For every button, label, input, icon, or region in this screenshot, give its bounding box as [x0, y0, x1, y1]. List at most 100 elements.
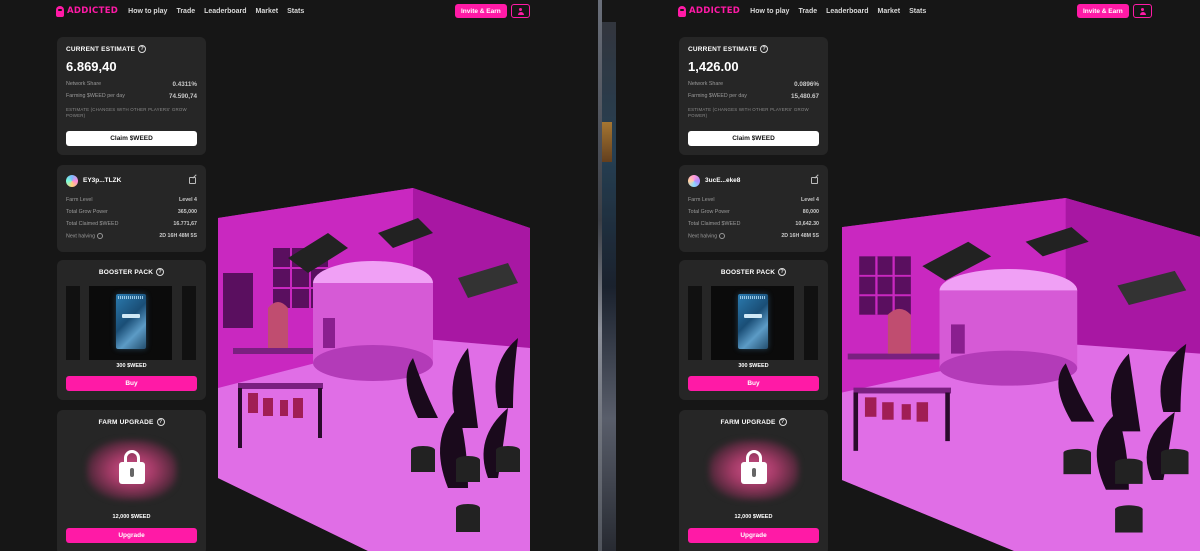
farm-level-row: Farm Level Level 4 [688, 197, 819, 203]
logo[interactable]: ADDICTED [678, 5, 741, 17]
wallet-address: 3ucE...eke8 [705, 177, 741, 184]
farm-upgrade-card: FARM UPGRADE? 12,000 $WEED Upgrade [679, 410, 828, 551]
booster-pack-card: BOOSTER PACK? 300 $WEED Buy [57, 260, 206, 400]
upgrade-price: 12,000 $WEED [112, 514, 151, 520]
row-value: 2D 16H 48M 5S [781, 233, 819, 239]
nav-stats[interactable]: Stats [909, 8, 926, 15]
nav-leaderboard[interactable]: Leaderboard [204, 8, 246, 15]
grow-power-row: Total Grow Power 365,000 [66, 209, 197, 215]
logo-text: ADDICTED [689, 6, 741, 16]
upgrade-title: FARM UPGRADE [98, 418, 154, 426]
row-label: Farm Level [688, 197, 715, 203]
info-icon[interactable]: ? [156, 418, 165, 426]
estimate-title: CURRENT ESTIMATE [688, 45, 758, 53]
row-value: Level 4 [801, 197, 819, 203]
carousel-prev-item[interactable] [688, 286, 702, 360]
booster-pack-item[interactable] [711, 286, 794, 360]
carousel-next-item[interactable] [182, 286, 196, 360]
lock-icon [741, 450, 767, 484]
booster-title: BOOSTER PACK [720, 268, 776, 276]
grow-room-scene[interactable] [842, 198, 1200, 551]
top-nav: ADDICTED How to play Trade Leaderboard M… [0, 0, 598, 22]
claimed-row: Total Claimed $WEED 16.771,67 [66, 221, 197, 227]
info-icon[interactable]: ? [156, 268, 165, 276]
estimate-note: ESTIMATE (CHANGES WITH OTHER PLAYERS' GR… [66, 107, 187, 119]
invite-earn-button[interactable]: Invite & Earn [455, 4, 507, 18]
info-icon[interactable]: ? [760, 45, 769, 53]
profile-button[interactable] [1133, 4, 1152, 18]
row-label: Farm Level [66, 197, 93, 203]
carousel-next-item[interactable] [804, 286, 818, 360]
upgrade-button[interactable]: Upgrade [688, 528, 819, 543]
booster-carousel[interactable] [688, 286, 828, 360]
carousel-prev-item[interactable] [66, 286, 80, 360]
estimate-title: CURRENT ESTIMATE [66, 45, 136, 53]
card-title: CURRENT ESTIMATE? [66, 45, 147, 53]
info-icon[interactable]: ? [778, 418, 787, 426]
edit-icon[interactable] [189, 177, 196, 184]
row-value: 10,642.30 [795, 221, 819, 227]
profile-button[interactable] [511, 4, 530, 18]
user-icon [517, 7, 524, 15]
farming-label: Farming $WEED per day [66, 93, 125, 99]
info-icon[interactable]: ? [778, 268, 787, 276]
row-label: Next halving [66, 233, 96, 240]
current-estimate-card: CURRENT ESTIMATE? 1,426.00 Network Share… [679, 37, 828, 155]
claim-weed-button[interactable]: Claim $WEED [688, 131, 819, 146]
nav-stats[interactable]: Stats [287, 8, 304, 15]
network-share-row: Network Share 0.0896% [688, 81, 819, 88]
network-share-value: 0.0896% [794, 81, 819, 88]
card-title: BOOSTER PACK? [57, 268, 206, 276]
upgrade-title: FARM UPGRADE [720, 418, 776, 426]
booster-pack-image [738, 294, 768, 349]
farming-row: Farming $WEED per day 74.590,74 [66, 93, 197, 100]
booster-price: 300 $WEED [116, 363, 147, 369]
row-label: Total Grow Power [688, 209, 730, 215]
card-title: FARM UPGRADE? [57, 418, 206, 426]
upgrade-button[interactable]: Upgrade [66, 528, 197, 543]
nav-market[interactable]: Market [878, 8, 901, 15]
booster-pack-item[interactable] [89, 286, 172, 360]
avatar [66, 175, 78, 187]
estimate-value: 1,426.00 [688, 59, 739, 74]
booster-carousel[interactable] [66, 286, 206, 360]
avatar [688, 175, 700, 187]
booster-price: 300 $WEED [738, 363, 769, 369]
booster-pack-image [116, 294, 146, 349]
edit-icon[interactable] [811, 177, 818, 184]
profile-card: EY3p...TLZK Farm Level Level 4 Total Grow… [57, 165, 206, 252]
lock-icon [119, 450, 145, 484]
info-icon[interactable]: ? [138, 45, 147, 53]
halving-row: Next halving 2D 16H 48M 5S [66, 233, 197, 239]
nav-trade[interactable]: Trade [176, 8, 195, 15]
card-title: FARM UPGRADE? [679, 418, 828, 426]
buy-button[interactable]: Buy [66, 376, 197, 391]
nav-how-to-play[interactable]: How to play [750, 8, 789, 15]
logo-text: ADDICTED [67, 6, 119, 16]
grow-room-scene[interactable] [218, 188, 530, 551]
nav-how-to-play[interactable]: How to play [128, 8, 167, 15]
claim-weed-button[interactable]: Claim $WEED [66, 131, 197, 146]
nav-market[interactable]: Market [256, 8, 279, 15]
profile-card: 3ucE...eke8 Farm Level Level 4 Total Grow… [679, 165, 828, 252]
card-title: BOOSTER PACK? [679, 268, 828, 276]
invite-earn-button[interactable]: Invite & Earn [1077, 4, 1129, 18]
nav-leaderboard[interactable]: Leaderboard [826, 8, 868, 15]
row-label: Next halving [688, 233, 718, 240]
network-share-label: Network Share [688, 81, 724, 87]
logo[interactable]: ADDICTED [56, 5, 119, 17]
booster-pack-card: BOOSTER PACK? 300 $WEED Buy [679, 260, 828, 400]
row-label: Total Claimed $WEED [688, 221, 741, 227]
farming-value: 74.590,74 [168, 93, 197, 100]
clock-icon [719, 233, 726, 239]
row-value: 2D 16H 48M 5S [159, 233, 197, 239]
logo-icon [56, 5, 64, 17]
background-window-strip [602, 22, 616, 551]
nav-trade[interactable]: Trade [798, 8, 817, 15]
buy-button[interactable]: Buy [688, 376, 819, 391]
farm-level-row: Farm Level Level 4 [66, 197, 197, 203]
row-value: 365,000 [177, 209, 197, 215]
booster-title: BOOSTER PACK [98, 268, 154, 276]
split-screen: ADDICTED How to play Trade Leaderboard M… [0, 0, 1200, 551]
halving-row: Next halving 2D 16H 48M 5S [688, 233, 819, 239]
